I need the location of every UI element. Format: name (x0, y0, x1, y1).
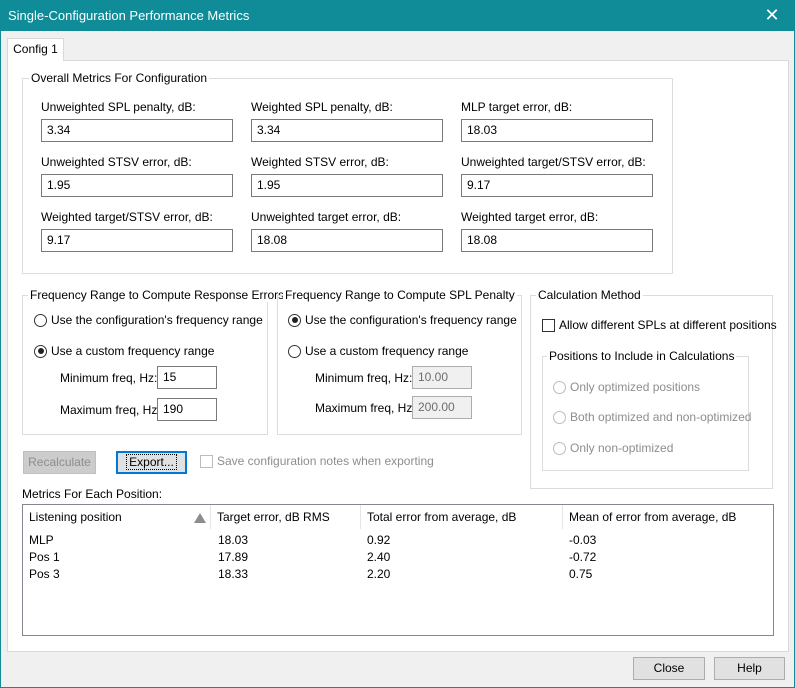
column-header-listening-position[interactable]: Listening position (23, 505, 211, 529)
radio-indicator (34, 344, 47, 358)
both-optimized-label: Both optimized and non-optimized (570, 410, 752, 424)
sort-ascending-icon (194, 513, 206, 523)
save-notes-checkbox[interactable]: Save configuration notes when exporting (200, 454, 434, 468)
mlp-target-error-label: MLP target error, dB: (461, 100, 573, 114)
cell-target-error: 18.03 (218, 533, 249, 547)
unweighted-stsv-error-label: Unweighted STSV error, dB: (41, 155, 192, 169)
unweighted-spl-penalty-field[interactable]: 3.34 (41, 119, 233, 142)
cell-total-error: 2.20 (367, 567, 391, 581)
weighted-target-stsv-error-label: Weighted target/STSV error, dB: (41, 210, 213, 224)
unweighted-target-stsv-error-field[interactable]: 9.17 (461, 174, 653, 197)
spl-min-freq-label: Minimum freq, Hz: (315, 371, 413, 385)
spl-min-freq-input[interactable]: 10.00 (412, 366, 472, 389)
export-button-label: Export... (126, 454, 177, 470)
cell-total-error: 0.92 (367, 533, 391, 547)
radio-indicator (553, 380, 566, 394)
only-non-optimized-label: Only non-optimized (570, 441, 674, 455)
weighted-target-stsv-error-field[interactable]: 9.17 (41, 229, 233, 252)
weighted-target-error-label: Weighted target error, dB: (461, 210, 599, 224)
calculation-method-legend: Calculation Method (536, 288, 643, 302)
response-range-legend: Frequency Range to Compute Response Erro… (28, 288, 287, 302)
resp-min-freq-label: Minimum freq, Hz: (60, 371, 158, 385)
radio-indicator (288, 344, 301, 358)
resp-min-freq-input[interactable]: 15 (157, 366, 217, 389)
radio-indicator (34, 313, 47, 327)
resp-custom-range-radio[interactable]: Use a custom frequency range (34, 344, 214, 358)
mlp-target-error-field[interactable]: 18.03 (461, 119, 653, 142)
resp-max-freq-input[interactable]: 190 (157, 398, 217, 421)
checkbox-indicator (542, 318, 555, 332)
resp-config-range-label: Use the configuration's frequency range (51, 313, 263, 327)
cell-total-error: 2.40 (367, 550, 391, 564)
unweighted-target-stsv-error-label: Unweighted target/STSV error, dB: (461, 155, 646, 169)
column-header-target-error[interactable]: Target error, dB RMS (211, 505, 361, 529)
spl-max-freq-input[interactable]: 200.00 (412, 396, 472, 419)
cell-mean-error: -0.72 (569, 550, 597, 564)
column-header-label: Listening position (29, 510, 122, 524)
spl-custom-range-radio[interactable]: Use a custom frequency range (288, 344, 468, 358)
cell-mean-error: 0.75 (569, 567, 593, 581)
title-bar: Single-Configuration Performance Metrics… (0, 0, 795, 31)
checkbox-indicator (200, 454, 213, 468)
cell-target-error: 18.33 (218, 567, 249, 581)
radio-indicator (288, 313, 301, 327)
weighted-spl-penalty-field[interactable]: 3.34 (251, 119, 443, 142)
spl-custom-range-label: Use a custom frequency range (305, 344, 469, 358)
unweighted-target-error-label: Unweighted target error, dB: (251, 210, 402, 224)
only-optimized-radio[interactable]: Only optimized positions (553, 380, 700, 394)
weighted-target-error-field[interactable]: 18.08 (461, 229, 653, 252)
spl-config-range-label: Use the configuration's frequency range (305, 313, 517, 327)
only-non-optimized-radio[interactable]: Only non-optimized (553, 441, 673, 455)
spl-max-freq-label: Maximum freq, Hz: (315, 401, 416, 415)
recalculate-button[interactable]: Recalculate (23, 451, 96, 474)
radio-indicator (553, 410, 566, 424)
help-button[interactable]: Help (714, 657, 785, 680)
cell-position: Pos 3 (29, 567, 60, 581)
resp-config-range-radio[interactable]: Use the configuration's frequency range (34, 313, 263, 327)
close-window-icon[interactable]: ✕ (749, 0, 795, 31)
column-header-total-error[interactable]: Total error from average, dB (361, 505, 563, 529)
column-header-label: Mean of error from average, dB (569, 510, 737, 524)
both-optimized-radio[interactable]: Both optimized and non-optimized (553, 410, 751, 424)
column-header-mean-error[interactable]: Mean of error from average, dB (563, 505, 773, 529)
positions-list[interactable]: Listening position Target error, dB RMS … (22, 504, 774, 636)
column-header-label: Total error from average, dB (367, 510, 517, 524)
positions-include-legend: Positions to Include in Calculations (547, 349, 737, 363)
close-button[interactable]: Close (633, 657, 705, 680)
positions-title: Metrics For Each Position: (22, 487, 163, 501)
cell-mean-error: -0.03 (569, 533, 597, 547)
resp-custom-range-label: Use a custom frequency range (51, 344, 215, 358)
unweighted-target-error-field[interactable]: 18.08 (251, 229, 443, 252)
resp-max-freq-label: Maximum freq, Hz: (60, 403, 161, 417)
weighted-spl-penalty-label: Weighted SPL penalty, dB: (251, 100, 393, 114)
cell-position: MLP (29, 533, 54, 547)
radio-indicator (553, 441, 566, 455)
cell-position: Pos 1 (29, 550, 60, 564)
column-header-label: Target error, dB RMS (217, 510, 330, 524)
unweighted-spl-penalty-label: Unweighted SPL penalty, dB: (41, 100, 196, 114)
overall-metrics-legend: Overall Metrics For Configuration (29, 71, 210, 85)
unweighted-stsv-error-field[interactable]: 1.95 (41, 174, 233, 197)
only-optimized-label: Only optimized positions (570, 380, 701, 394)
spl-config-range-radio[interactable]: Use the configuration's frequency range (288, 313, 517, 327)
weighted-stsv-error-field[interactable]: 1.95 (251, 174, 443, 197)
window-title: Single-Configuration Performance Metrics (8, 8, 250, 23)
export-button[interactable]: Export... (116, 451, 187, 474)
allow-different-spls-checkbox[interactable]: Allow different SPLs at different positi… (542, 318, 777, 332)
tab-config-1[interactable]: Config 1 (7, 38, 64, 61)
spl-range-legend: Frequency Range to Compute SPL Penalty (283, 288, 517, 302)
save-notes-label: Save configuration notes when exporting (217, 454, 434, 468)
allow-different-spls-label: Allow different SPLs at different positi… (559, 318, 777, 332)
weighted-stsv-error-label: Weighted STSV error, dB: (251, 155, 389, 169)
cell-target-error: 17.89 (218, 550, 249, 564)
